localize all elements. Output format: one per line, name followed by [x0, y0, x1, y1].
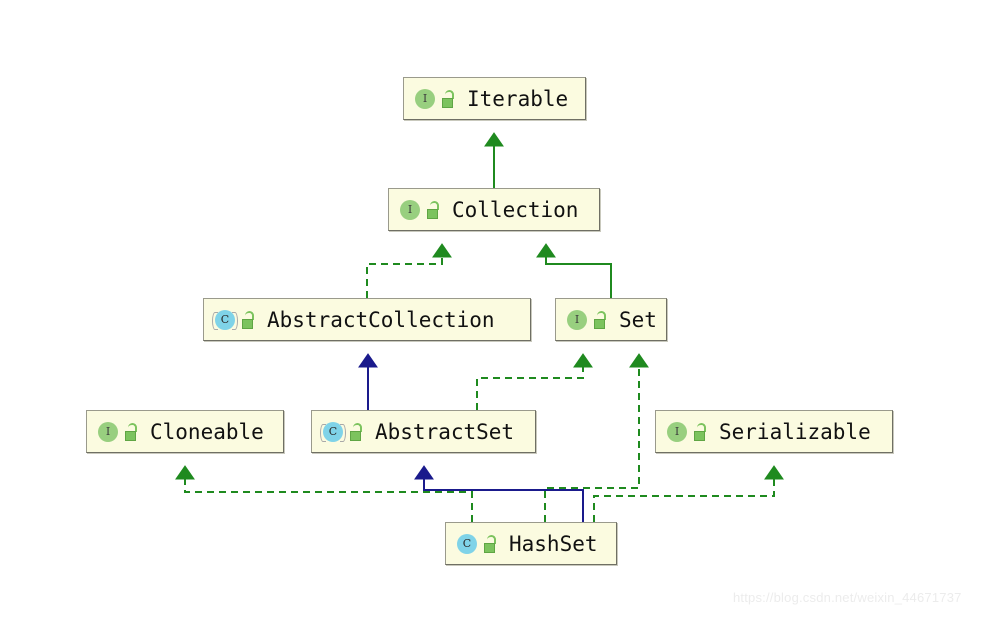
type-icon-letter: I [400, 199, 420, 220]
class-node-cloneable[interactable]: I Cloneable [86, 410, 284, 453]
class-node-label: Iterable [467, 86, 569, 111]
class-node-label: AbstractCollection [267, 307, 495, 332]
type-icon-letter: I [667, 421, 687, 442]
type-icon-letter: C [457, 533, 477, 554]
edge-abstractset-to-set [476, 353, 593, 410]
padlock-body [484, 542, 495, 553]
unlocked-padlock-icon [125, 422, 140, 441]
class-node-abstractcollection[interactable]: C AbstractCollection [203, 298, 531, 341]
uml-diagram-canvas: I Iterable I Collection C AbstractCollection I… [0, 0, 1008, 619]
unlocked-padlock-icon [694, 422, 709, 441]
unlocked-padlock-icon [442, 89, 457, 108]
edge-set-to-collection [536, 243, 612, 298]
class-node-label: Cloneable [150, 419, 264, 444]
type-icon-letter: C [323, 421, 343, 442]
edge-abstractcollection-to-collection [366, 243, 452, 298]
watermark-text: https://blog.csdn.net/weixin_44671737 [733, 590, 962, 605]
class-node-label: AbstractSet [375, 419, 515, 444]
class-node-set[interactable]: I Set [555, 298, 667, 341]
class-node-collection[interactable]: I Collection [388, 188, 600, 231]
unlocked-padlock-icon [594, 310, 609, 329]
type-icon-letter: I [567, 309, 587, 330]
class-node-iterable[interactable]: I Iterable [403, 77, 586, 120]
unlocked-padlock-icon [484, 534, 499, 553]
padlock-body [694, 430, 705, 441]
interface-icon: I [414, 88, 436, 110]
class-node-label: Collection [452, 197, 579, 222]
type-icon-letter: I [415, 88, 435, 109]
class-node-label: HashSet [509, 531, 598, 556]
padlock-body [594, 318, 605, 329]
interface-icon: I [566, 309, 588, 331]
edge-abstractset-to-abstractcollection [358, 353, 378, 410]
unlocked-padlock-icon [350, 422, 365, 441]
class-node-label: Set [619, 307, 657, 332]
edge-collection-to-iterable [484, 132, 504, 188]
abstract-class-icon: C [320, 421, 346, 443]
class-node-abstractset[interactable]: C AbstractSet [311, 410, 536, 453]
edge-hashset-to-set [544, 353, 649, 522]
edge-hashset-to-abstractset [414, 465, 584, 522]
edge-hashset-to-cloneable [175, 465, 473, 522]
type-icon-letter: C [215, 309, 235, 330]
unlocked-padlock-icon [427, 200, 442, 219]
edge-hashset-to-serializable [593, 465, 784, 522]
class-icon: C [456, 533, 478, 555]
padlock-body [350, 430, 361, 441]
unlocked-padlock-icon [242, 310, 257, 329]
padlock-body [242, 318, 253, 329]
type-icon-letter: I [98, 421, 118, 442]
abstract-class-icon: C [212, 309, 238, 331]
interface-icon: I [666, 421, 688, 443]
padlock-body [125, 430, 136, 441]
interface-icon: I [399, 199, 421, 221]
class-node-hashset[interactable]: C HashSet [445, 522, 617, 565]
interface-icon: I [97, 421, 119, 443]
padlock-body [442, 97, 453, 108]
padlock-body [427, 208, 438, 219]
class-node-label: Serializable [719, 419, 871, 444]
class-node-serializable[interactable]: I Serializable [655, 410, 893, 453]
